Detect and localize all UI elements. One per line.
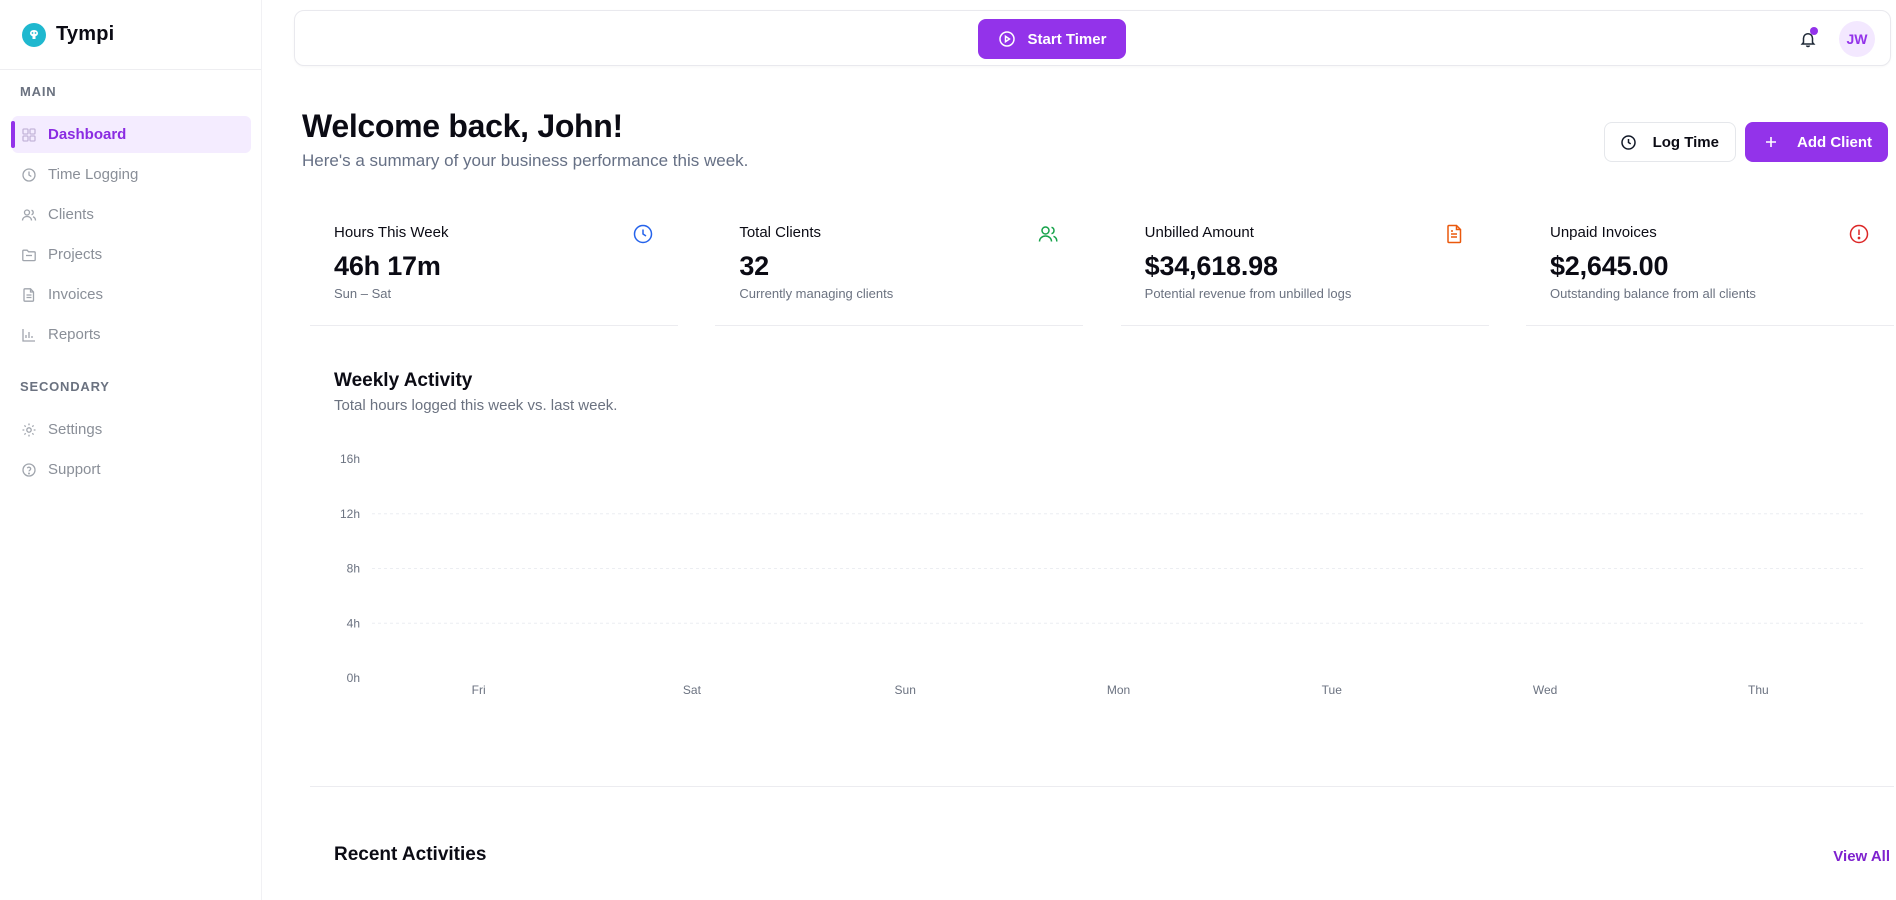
y-tick-label: 12h <box>340 507 360 521</box>
stat-card-unpaid: Unpaid Invoices $2,645.00 Outstanding ba… <box>1525 208 1894 326</box>
brand-logo-icon <box>22 22 46 47</box>
grid-icon <box>21 127 37 143</box>
stat-subtext: Sun – Sat <box>334 286 392 301</box>
main-content: Start Timer JW Welcome back, John! Here'… <box>262 0 1896 900</box>
sidebar-item-label: Invoices <box>48 286 104 303</box>
nav-main-list: Dashboard Time Logging Clients Projects <box>0 116 261 353</box>
stat-value: 46h 17m <box>334 251 441 281</box>
stat-card-hours: Hours This Week 46h 17m Sun – Sat <box>310 208 678 326</box>
stat-title: Total Clients <box>739 224 822 241</box>
clock-icon <box>632 223 654 245</box>
x-tick-label: Sat <box>683 683 702 697</box>
page-subtitle: Here's a summary of your business perfor… <box>302 151 749 170</box>
stat-title: Unbilled Amount <box>1144 224 1254 241</box>
bar-chart-icon <box>21 327 37 343</box>
notification-dot <box>1810 27 1818 35</box>
sidebar-item-projects[interactable]: Projects <box>12 236 251 273</box>
sidebar-item-support[interactable]: Support <box>12 451 251 488</box>
y-tick-label: 0h <box>347 671 360 685</box>
brand[interactable]: Tympi <box>0 0 261 70</box>
sidebar-item-label: Reports <box>48 326 101 343</box>
stats-row: Hours This Week 46h 17m Sun – Sat Total … <box>310 208 1894 326</box>
log-time-label: Log Time <box>1652 133 1719 151</box>
stat-value: $34,618.98 <box>1144 251 1278 281</box>
sidebar-item-label: Time Logging <box>48 166 139 183</box>
nav-secondary-list: Settings Support <box>0 411 261 488</box>
sidebar-item-label: Settings <box>48 421 103 438</box>
chart-title: Weekly Activity <box>334 370 473 391</box>
users-icon <box>21 207 37 223</box>
stat-card-unbilled: Unbilled Amount $34,618.98 Potential rev… <box>1120 208 1489 326</box>
weekly-activity-card: 0h 4h 8h 12h 16h Fri Sat Sun Mon Tue Wed Thu Weekly… <box>310 350 1894 787</box>
topbar: Start Timer JW <box>294 10 1891 66</box>
x-tick-label: Wed <box>1533 683 1557 697</box>
sidebar-item-reports[interactable]: Reports <box>12 316 251 353</box>
sidebar-item-label: Support <box>48 461 101 478</box>
y-tick-label: 4h <box>347 616 360 630</box>
help-circle-icon <box>21 462 37 478</box>
document-icon <box>1443 223 1465 245</box>
start-timer-button[interactable]: Start Timer <box>978 19 1126 59</box>
avatar[interactable]: JW <box>1839 21 1875 57</box>
add-client-button[interactable]: Add Client <box>1745 122 1888 162</box>
sidebar-item-label: Projects <box>48 246 103 263</box>
stat-value: $2,645.00 <box>1549 251 1669 281</box>
sidebar-item-invoices[interactable]: Invoices <box>12 276 251 313</box>
sidebar-item-label: Dashboard <box>48 126 127 143</box>
welcome-header: Welcome back, John! Here's a summary of … <box>302 108 748 171</box>
page-title: Welcome back, John! <box>302 108 623 144</box>
stat-title: Unpaid Invoices <box>1549 224 1657 241</box>
stat-title: Hours This Week <box>334 224 449 241</box>
add-client-label: Add Client <box>1797 133 1872 151</box>
view-all-link[interactable]: View All <box>1833 848 1890 865</box>
x-tick-label: Mon <box>1107 683 1130 697</box>
clock-icon <box>21 167 37 183</box>
alert-circle-icon <box>1848 223 1870 245</box>
brand-name: Tympi <box>56 23 115 45</box>
stat-value: 32 <box>739 251 769 281</box>
sidebar-item-time-logging[interactable]: Time Logging <box>12 156 251 193</box>
document-icon <box>21 287 37 303</box>
play-circle-icon <box>998 31 1015 47</box>
gear-icon <box>21 422 37 438</box>
sidebar-item-label: Clients <box>48 206 94 223</box>
sidebar-item-dashboard[interactable]: Dashboard <box>11 116 251 153</box>
log-time-button[interactable]: Log Time <box>1603 122 1736 162</box>
start-timer-label: Start Timer <box>1027 30 1107 48</box>
folder-icon <box>21 247 37 263</box>
users-icon <box>1037 223 1059 245</box>
recent-activities-title: Recent Activities <box>334 844 487 865</box>
clock-icon <box>1620 134 1636 150</box>
header-actions: Log Time Add Client <box>1603 122 1888 162</box>
stat-card-clients: Total Clients 32 Currently managing clie… <box>715 208 1084 326</box>
nav-section-secondary-title: SECONDARY <box>20 379 110 394</box>
chart-subtitle: Total hours logged this week vs. last we… <box>334 397 618 414</box>
x-tick-label: Sun <box>895 683 916 697</box>
plus-icon <box>1766 137 1776 147</box>
stat-subtext: Potential revenue from unbilled logs <box>1144 286 1352 301</box>
app-root: Tympi MAIN Dashboard Time Logging Client… <box>0 0 1896 900</box>
x-tick-label: Tue <box>1322 683 1343 697</box>
nav-section-main-title: MAIN <box>20 84 57 99</box>
sidebar-item-settings[interactable]: Settings <box>12 411 251 448</box>
x-tick-label: Thu <box>1748 683 1769 697</box>
x-tick-label: Fri <box>472 683 486 697</box>
y-tick-label: 16h <box>340 452 360 466</box>
stat-subtext: Currently managing clients <box>739 286 894 301</box>
sidebar: Tympi MAIN Dashboard Time Logging Client… <box>0 0 262 900</box>
sidebar-item-clients[interactable]: Clients <box>12 196 251 233</box>
y-tick-label: 8h <box>347 562 360 576</box>
weekly-activity-chart: 0h 4h 8h 12h 16h Fri Sat Sun Mon Tue Wed Thu <box>340 452 1865 697</box>
stat-subtext: Outstanding balance from all clients <box>1549 286 1756 301</box>
notifications-button[interactable] <box>1796 27 1820 51</box>
